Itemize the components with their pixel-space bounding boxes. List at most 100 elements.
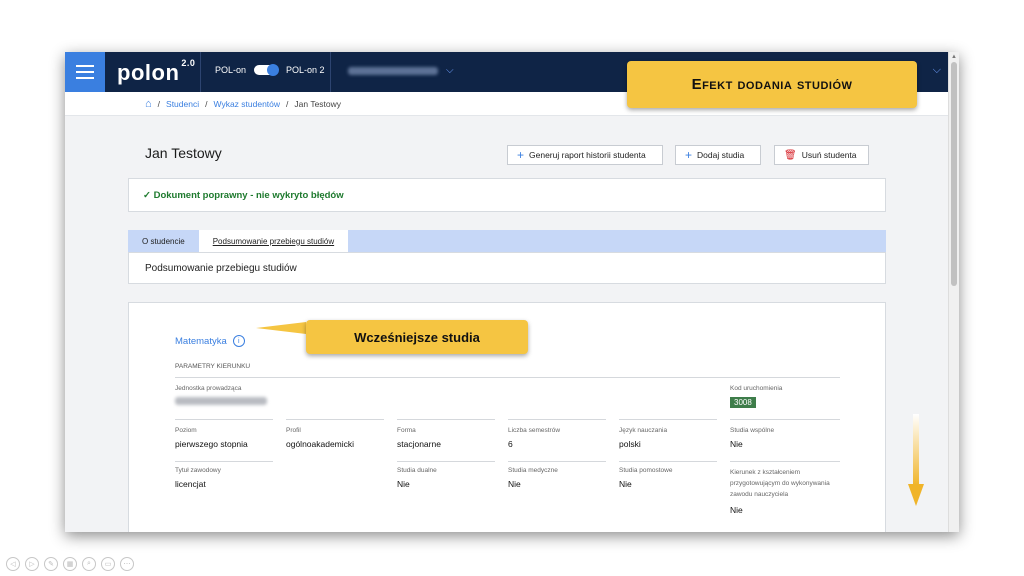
field-value: Nie — [397, 479, 410, 489]
field-label: Liczba semestrów — [508, 427, 561, 434]
add-studies-button[interactable]: + Dodaj studia — [675, 145, 761, 165]
breadcrumb-student-list[interactable]: Wykaz studentów — [214, 99, 281, 109]
chevron-down-icon: ⌵ — [446, 65, 454, 76]
field-label: Studia dualne — [397, 467, 437, 474]
scroll-up-icon[interactable]: ▲ — [951, 54, 957, 60]
slides-icon[interactable]: ▦ — [63, 557, 77, 571]
divider — [619, 419, 717, 420]
section-title: Podsumowanie przebiegu studiów — [128, 252, 886, 284]
toggle-right-label: POL-on 2 — [286, 65, 325, 75]
subtitles-icon[interactable]: ▭ — [101, 557, 115, 571]
breadcrumb-students[interactable]: Studenci — [166, 99, 199, 109]
field-label: Studia pomostowe — [619, 467, 673, 474]
divider — [286, 419, 384, 420]
trash-icon: 🗑 — [784, 149, 797, 161]
divider — [200, 52, 201, 92]
course-name[interactable]: Matematyka i — [175, 335, 245, 347]
delete-student-button[interactable]: 🗑 Usuń studenta — [774, 145, 869, 165]
callout-effect-of-adding-studies: Efekt dodania studiów — [627, 61, 917, 108]
version-toggle[interactable]: POL-on POL-on 2 — [215, 64, 325, 76]
field-label: Tytuł zawodowy — [175, 467, 221, 474]
semesters-field: Liczba semestrów 6 — [508, 427, 560, 449]
callout-earlier-studies: Wcześniejsze studia — [306, 320, 528, 354]
divider — [330, 52, 331, 92]
logo-text-o: on — [151, 60, 180, 85]
field-value: polski — [619, 439, 641, 449]
field-label: Język nauczania — [619, 427, 668, 434]
breadcrumb-separator: / — [157, 98, 161, 109]
scroll-down-arrow-icon — [908, 414, 924, 508]
presentation-toolbar: ◁ ▷ ✎ ▦ ⌕ ▭ ⋯ — [6, 557, 134, 571]
page-title: Jan Testowy — [145, 145, 222, 161]
divider — [508, 461, 606, 462]
field-value: 6 — [508, 439, 513, 449]
validation-status-message: ✓ Dokument poprawny - nie wykryto błędów — [128, 178, 886, 212]
field-label: Poziom — [175, 427, 197, 434]
zoom-icon[interactable]: ⌕ — [82, 557, 96, 571]
breadcrumb-separator: / — [205, 98, 208, 109]
next-slide-icon[interactable]: ▷ — [25, 557, 39, 571]
divider — [175, 377, 840, 378]
field-label: Forma — [397, 427, 416, 434]
user-menu-chevron-icon[interactable]: ⌵ — [933, 64, 941, 77]
arrow-head — [908, 484, 924, 506]
scrollbar-thumb[interactable] — [951, 62, 957, 286]
field-value: licencjat — [175, 479, 206, 489]
polon-logo[interactable]: polon 2.0 — [117, 58, 196, 86]
toggle-switch[interactable] — [254, 64, 280, 76]
hamburger-menu-icon[interactable] — [65, 52, 105, 92]
tab-studies-summary[interactable]: Podsumowanie przebiegu studiów — [198, 230, 349, 252]
institution-selector[interactable]: ⌵ — [348, 65, 454, 76]
unit-field: Jednostka prowadząca — [175, 385, 267, 407]
divider — [397, 419, 495, 420]
tab-about-student[interactable]: O studencie — [128, 230, 199, 252]
generate-report-button[interactable]: + Generuj raport historii studenta — [507, 145, 663, 165]
params-title: PARAMETRY KIERUNKU — [175, 363, 251, 370]
toggle-left-label: POL-on — [215, 65, 247, 75]
code-field: Kod uruchomienia 3008 — [730, 385, 782, 408]
arrow-shaft — [913, 414, 919, 486]
field-value: Nie — [730, 439, 743, 449]
field-label: Studia wspólne — [730, 427, 775, 434]
pen-icon[interactable]: ✎ — [44, 557, 58, 571]
unit-label: Jednostka prowadząca — [175, 385, 242, 392]
previous-slide-icon[interactable]: ◁ — [6, 557, 20, 571]
breadcrumb-separator: / — [286, 98, 289, 109]
breadcrumb-current: Jan Testowy — [294, 98, 342, 109]
course-name-label: Matematyka — [175, 335, 227, 347]
callout-header-text: Efekt dodania studiów — [691, 76, 853, 93]
plus-icon: + — [685, 148, 693, 162]
field-label: Profil — [286, 427, 301, 434]
code-value: 3008 — [730, 397, 756, 408]
form-field: Forma stacjonarne — [397, 427, 441, 449]
more-options-icon[interactable]: ⋯ — [120, 557, 134, 571]
logo-version: 2.0 — [181, 58, 196, 68]
plus-icon: + — [517, 148, 525, 162]
vertical-scrollbar[interactable]: ▲ — [948, 52, 959, 532]
delete-student-label: Usuń studenta — [801, 150, 857, 160]
toggle-knob — [267, 64, 280, 76]
field-label: Studia medyczne — [508, 467, 558, 474]
dual-studies-field: Studia dualne Nie — [397, 467, 437, 489]
bridge-studies-field: Studia pomostowe Nie — [619, 467, 672, 489]
teacher-training-field: Kierunek z kształceniem przygotowującym … — [730, 467, 840, 515]
divider — [175, 461, 273, 462]
home-icon[interactable]: ⌂ — [145, 98, 152, 110]
divider — [175, 419, 273, 420]
field-value: Nie — [619, 479, 632, 489]
field-label: Kierunek z kształceniem przygotowującym … — [730, 469, 830, 498]
unit-value-blurred — [175, 397, 267, 405]
field-value: pierwszego stopnia — [175, 439, 248, 449]
info-icon[interactable]: i — [232, 335, 245, 347]
institution-name-blurred — [348, 66, 438, 75]
profile-field: Profil ogólnoakademicki — [286, 427, 354, 449]
app-window: polon 2.0 POL-on POL-on 2 ⌵ ⌵ ⌂ / Studenc… — [65, 52, 959, 532]
medical-studies-field: Studia medyczne Nie — [508, 467, 558, 489]
divider — [730, 461, 840, 462]
field-value: Nie — [508, 479, 521, 489]
logo-text: pol — [117, 60, 152, 85]
generate-report-label: Generuj raport historii studenta — [529, 150, 646, 160]
divider — [730, 419, 840, 420]
tab-bar: O studencie Podsumowanie przebiegu studi… — [128, 230, 886, 252]
field-value: stacjonarne — [397, 439, 441, 449]
